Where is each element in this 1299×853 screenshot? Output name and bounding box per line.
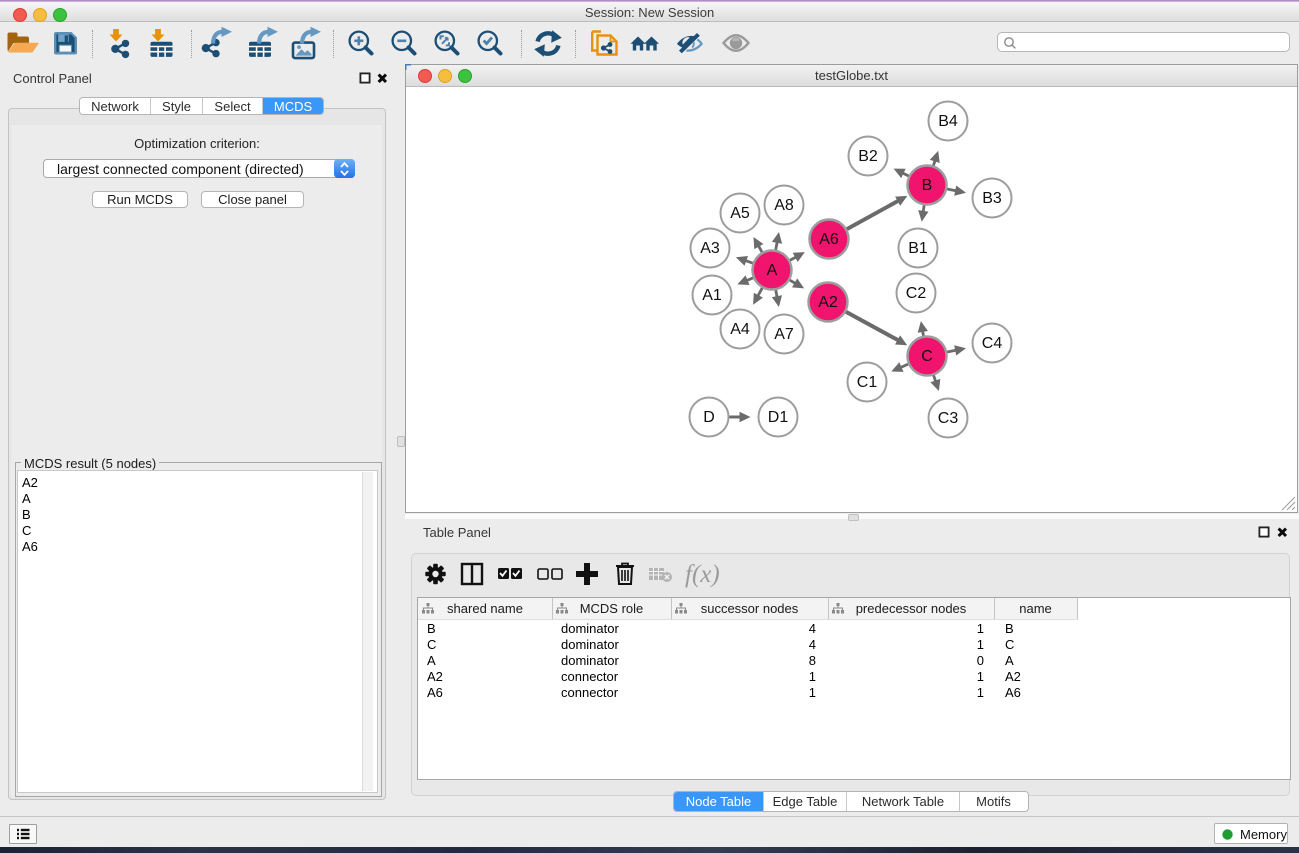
svg-text:A1: A1 xyxy=(702,287,722,304)
svg-text:B4: B4 xyxy=(938,113,958,130)
svg-text:D1: D1 xyxy=(768,409,789,426)
svg-text:f(x): f(x) xyxy=(685,561,720,588)
svg-text:B1: B1 xyxy=(908,240,928,257)
svg-text:C1: C1 xyxy=(857,374,878,391)
svg-text:B2: B2 xyxy=(858,148,878,165)
svg-text:C4: C4 xyxy=(982,335,1003,352)
svg-text:A8: A8 xyxy=(774,197,794,214)
svg-text:A4: A4 xyxy=(730,321,750,338)
svg-text:B3: B3 xyxy=(982,190,1002,207)
svg-text:C: C xyxy=(921,348,933,365)
svg-text:A2: A2 xyxy=(818,294,838,311)
svg-text:A3: A3 xyxy=(700,240,720,257)
svg-text:A7: A7 xyxy=(774,326,794,343)
svg-text:A5: A5 xyxy=(730,205,750,222)
svg-text:D: D xyxy=(703,409,715,426)
svg-text:A: A xyxy=(767,262,778,279)
svg-text:C2: C2 xyxy=(906,285,927,302)
svg-text:B: B xyxy=(922,177,933,194)
svg-text:C3: C3 xyxy=(938,410,959,427)
svg-text:A6: A6 xyxy=(819,231,839,248)
